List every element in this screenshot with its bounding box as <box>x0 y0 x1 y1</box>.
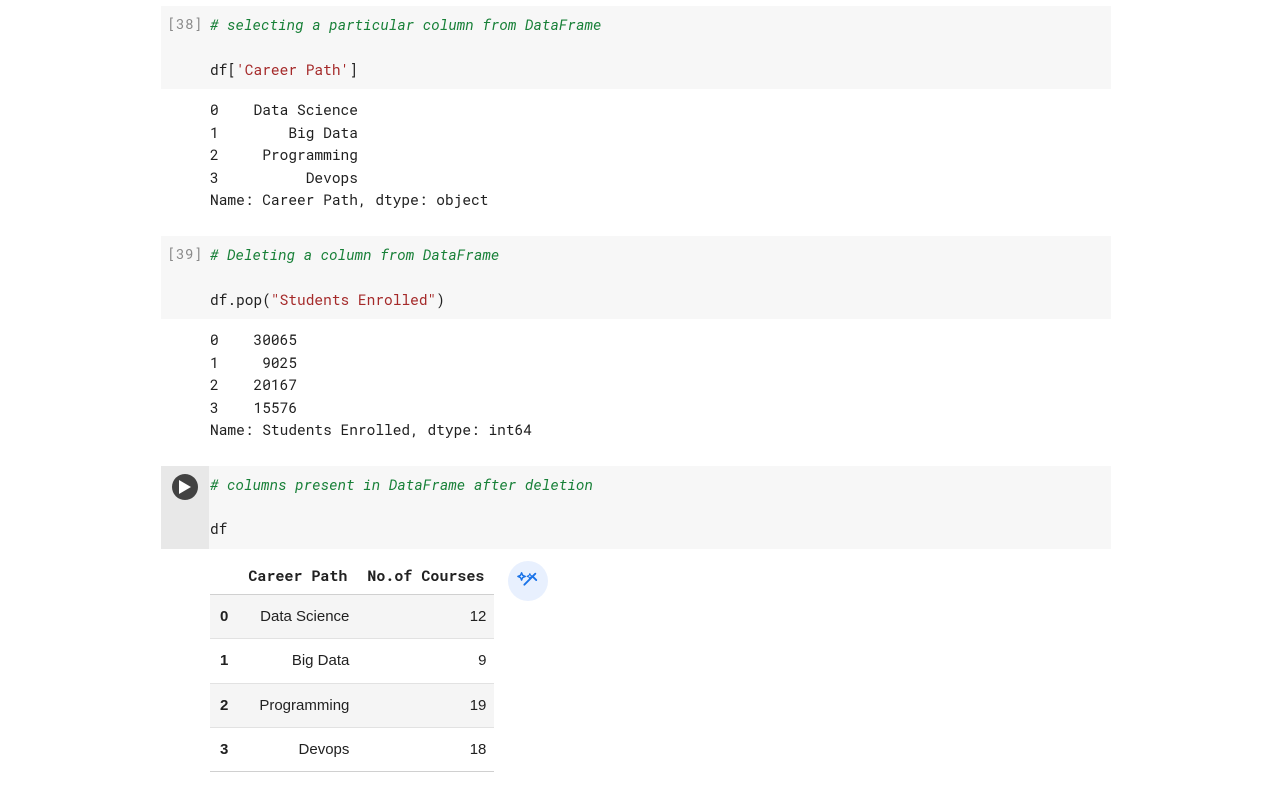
suggest-charts-button[interactable] <box>508 561 548 601</box>
code-editor[interactable]: # columns present in DataFrame after del… <box>209 466 1111 549</box>
magic-wand-icon <box>517 570 539 592</box>
notebook: [38] # selecting a particular column fro… <box>161 0 1111 772</box>
cell-value: 12 <box>357 595 494 639</box>
row-index: 3 <box>210 727 238 771</box>
cell-output: 0 Data Science 1 Big Data 2 Programming … <box>209 89 1111 211</box>
execution-count: [39] <box>167 244 203 263</box>
table-index-header <box>210 559 238 595</box>
row-index: 1 <box>210 639 238 683</box>
row-index: 0 <box>210 595 238 639</box>
code-cell: [38] # selecting a particular column fro… <box>161 6 1111 212</box>
cell-value: Devops <box>238 727 357 771</box>
code-cell: [39] # Deleting a column from DataFrame … <box>161 236 1111 442</box>
cell-value: 18 <box>357 727 494 771</box>
run-button[interactable] <box>172 474 198 500</box>
dataframe-table: Career Path No.of Courses 0 Data Science… <box>210 559 494 772</box>
execution-count-gutter: [38] <box>161 6 209 89</box>
table-row: 1 Big Data 9 <box>210 639 494 683</box>
execution-count: [38] <box>167 14 203 33</box>
row-index: 2 <box>210 683 238 727</box>
cell-value: 9 <box>357 639 494 683</box>
table-column-header: No.of Courses <box>357 559 494 595</box>
code-editor[interactable]: # selecting a particular column from Dat… <box>209 6 1111 89</box>
cell-output-dataframe: Career Path No.of Courses 0 Data Science… <box>209 549 1111 772</box>
cell-value: Data Science <box>238 595 357 639</box>
cell-value: 19 <box>357 683 494 727</box>
table-row: 2 Programming 19 <box>210 683 494 727</box>
table-row: 3 Devops 18 <box>210 727 494 771</box>
code-editor[interactable]: # Deleting a column from DataFrame df.po… <box>209 236 1111 319</box>
code-cell-active: # columns present in DataFrame after del… <box>161 466 1111 773</box>
table-column-header: Career Path <box>238 559 357 595</box>
cell-output: 0 30065 1 9025 2 20167 3 15576 Name: Stu… <box>209 319 1111 441</box>
play-icon <box>179 480 191 494</box>
cell-value: Programming <box>238 683 357 727</box>
run-cell-gutter[interactable] <box>161 466 209 549</box>
table-row: 0 Data Science 12 <box>210 595 494 639</box>
execution-count-gutter: [39] <box>161 236 209 319</box>
cell-value: Big Data <box>238 639 357 683</box>
